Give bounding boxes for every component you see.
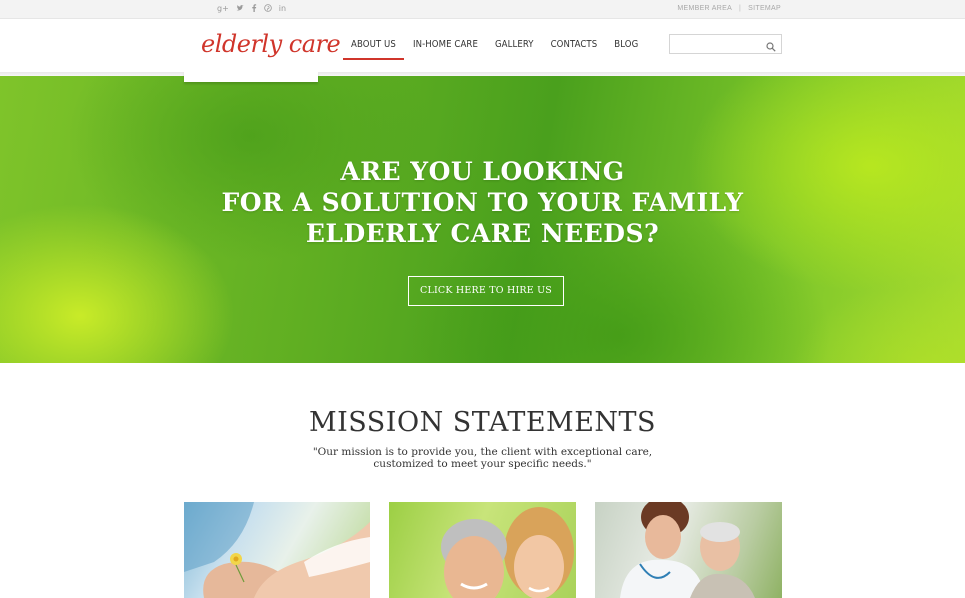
hero-title: ARE YOU LOOKING FOR A SOLUTION TO YOUR F… bbox=[0, 156, 965, 249]
sitemap-link[interactable]: SITEMAP bbox=[748, 5, 781, 12]
nav-contacts[interactable]: CONTACTS bbox=[543, 37, 606, 60]
hire-us-button[interactable]: CLICK HERE TO HIRE US bbox=[408, 276, 564, 306]
member-area-link[interactable]: MEMBER AREA bbox=[677, 5, 732, 12]
nav-in-home-care[interactable]: IN-HOME CARE bbox=[405, 37, 486, 60]
pinterest-icon[interactable] bbox=[264, 4, 272, 15]
search-icon[interactable] bbox=[766, 39, 776, 52]
site-logo[interactable]: elderly care bbox=[201, 30, 341, 58]
linkedin-icon[interactable]: in bbox=[279, 4, 286, 15]
hero-title-line: ARE YOU LOOKING bbox=[340, 157, 625, 186]
top-utility-bar: g+ in MEMBER AREA | SITEMAP bbox=[0, 0, 965, 19]
nav-about-us[interactable]: ABOUT US bbox=[343, 37, 404, 60]
nav-blog[interactable]: BLOG bbox=[606, 37, 646, 60]
hero-title-line: ELDERLY CARE NEEDS? bbox=[305, 219, 660, 248]
social-links: g+ in bbox=[217, 4, 286, 15]
twitter-icon[interactable] bbox=[236, 4, 244, 15]
top-links-separator: | bbox=[739, 5, 742, 12]
mission-text-line: customized to meet your specific needs." bbox=[373, 458, 592, 470]
mission-title: MISSION STATEMENTS bbox=[308, 407, 657, 438]
google-plus-icon[interactable]: g+ bbox=[217, 4, 229, 15]
photo-helping-hands[interactable] bbox=[184, 502, 370, 598]
facebook-icon[interactable] bbox=[251, 4, 257, 15]
hero-banner: ARE YOU LOOKING FOR A SOLUTION TO YOUR F… bbox=[0, 76, 965, 363]
search-input[interactable] bbox=[670, 36, 760, 54]
photo-nurse-with-patient[interactable] bbox=[595, 502, 782, 598]
logo-tab bbox=[184, 72, 318, 82]
nav-gallery[interactable]: GALLERY bbox=[487, 37, 542, 60]
photo-smiling-couple[interactable] bbox=[389, 502, 576, 598]
mission-text: "Our mission is to provide you, the clie… bbox=[0, 446, 965, 470]
hero-title-line: FOR A SOLUTION TO YOUR FAMILY bbox=[221, 188, 744, 217]
mission-text-line: "Our mission is to provide you, the clie… bbox=[312, 446, 653, 458]
search-box bbox=[669, 34, 782, 54]
main-nav: ABOUT US IN-HOME CARE GALLERY CONTACTS B… bbox=[343, 37, 647, 60]
top-links: MEMBER AREA | SITEMAP bbox=[677, 5, 781, 12]
